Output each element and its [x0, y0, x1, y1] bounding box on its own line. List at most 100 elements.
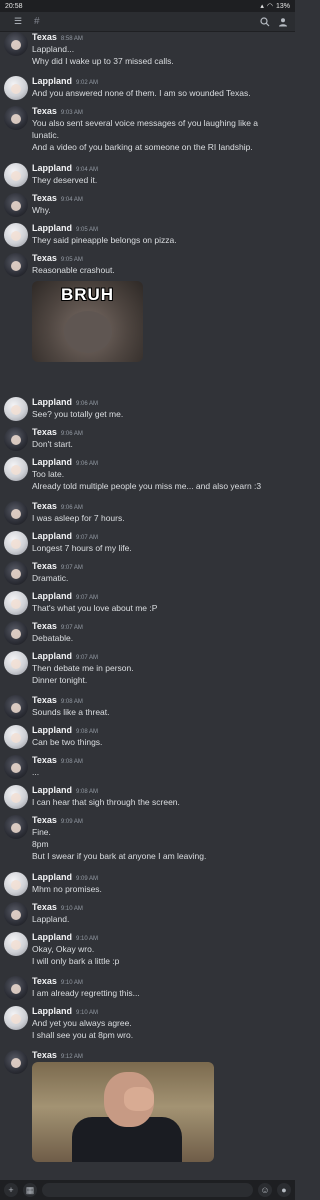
timestamp: 9:09 AM	[60, 819, 83, 825]
author-name[interactable]: Texas	[32, 32, 57, 42]
avatar-face	[11, 114, 21, 124]
message-header: Lappland 9:02 AM	[32, 76, 98, 86]
menu-icon[interactable]: ☰	[12, 16, 24, 28]
apps-icon[interactable]: ▦	[23, 1183, 37, 1197]
timestamp: 9:08 AM	[76, 729, 99, 735]
author-name[interactable]: Texas	[32, 755, 57, 765]
message-text: Don't start.	[32, 439, 73, 449]
avatar-face	[11, 171, 21, 181]
message-list[interactable]: Texas 8:58 AM Lappland... Why did I wake up…	[0, 32, 295, 1180]
message-text: Okay, Okay wro.	[32, 944, 95, 954]
avatar[interactable]	[4, 501, 28, 525]
message-text: Can be two things.	[32, 737, 103, 747]
avatar[interactable]	[4, 872, 28, 896]
avatar[interactable]	[4, 106, 28, 130]
avatar[interactable]	[4, 651, 28, 675]
add-attachment-icon[interactable]: +	[4, 1183, 18, 1197]
timestamp: 9:06 AM	[60, 505, 83, 511]
author-name[interactable]: Texas	[32, 253, 57, 263]
avatar[interactable]	[4, 427, 28, 451]
message-header: Texas 9:10 AM	[32, 902, 83, 912]
avatar[interactable]	[4, 1006, 28, 1030]
author-name[interactable]: Lappland	[32, 932, 72, 942]
timestamp: 9:07 AM	[76, 595, 99, 601]
avatar[interactable]	[4, 815, 28, 839]
members-icon[interactable]	[277, 16, 289, 28]
avatar-face	[11, 40, 21, 50]
timestamp: 9:08 AM	[60, 759, 83, 765]
author-name[interactable]: Lappland	[32, 785, 72, 795]
avatar[interactable]	[4, 163, 28, 187]
message-text: Too late.	[32, 469, 65, 479]
avatar[interactable]	[4, 531, 28, 555]
avatar[interactable]	[4, 725, 28, 749]
avatar-face	[11, 910, 21, 920]
author-name[interactable]: Lappland	[32, 223, 72, 233]
author-name[interactable]: Lappland	[32, 1006, 72, 1016]
author-name[interactable]: Texas	[32, 695, 57, 705]
avatar-face	[11, 703, 21, 713]
search-icon[interactable]	[259, 16, 271, 28]
author-name[interactable]: Lappland	[32, 725, 72, 735]
avatar[interactable]	[4, 457, 28, 481]
author-name[interactable]: Texas	[32, 1050, 57, 1060]
avatar[interactable]	[4, 223, 28, 247]
timestamp: 9:06 AM	[76, 461, 99, 467]
avatar-face	[11, 231, 21, 241]
author-name[interactable]: Texas	[32, 501, 57, 511]
message-text: Reasonable crashout.	[32, 265, 115, 275]
avatar[interactable]	[4, 621, 28, 645]
author-name[interactable]: Lappland	[32, 76, 72, 86]
message-composer: + ▦ ☺ ●	[0, 1180, 295, 1200]
avatar[interactable]	[4, 561, 28, 585]
message-input[interactable]	[42, 1183, 253, 1197]
author-name[interactable]: Texas	[32, 193, 57, 203]
author-name[interactable]: Lappland	[32, 651, 72, 661]
image-caption: BRUH	[60, 285, 115, 305]
avatar[interactable]	[4, 397, 28, 421]
avatar[interactable]	[4, 76, 28, 100]
author-name[interactable]: Texas	[32, 106, 57, 116]
author-name[interactable]: Lappland	[32, 163, 72, 173]
timestamp: 9:08 AM	[60, 699, 83, 705]
author-name[interactable]: Texas	[32, 815, 57, 825]
avatar[interactable]	[4, 755, 28, 779]
microphone-icon[interactable]: ●	[277, 1183, 291, 1197]
author-name[interactable]: Texas	[32, 427, 57, 437]
cat-face	[64, 311, 112, 354]
message-text: I shall see you at 8pm wro.	[32, 1030, 134, 1041]
avatar[interactable]	[4, 193, 28, 217]
gif-hand	[124, 1087, 154, 1111]
channel-hash-icon: #	[34, 16, 40, 27]
avatar[interactable]	[4, 1050, 28, 1074]
avatar[interactable]	[4, 591, 28, 615]
author-name[interactable]: Texas	[32, 561, 57, 571]
message-text: And yet you always agree.	[32, 1018, 132, 1028]
emoji-icon[interactable]: ☺	[258, 1183, 272, 1197]
message-text: lunatic.	[32, 130, 59, 141]
avatar-face	[11, 84, 21, 94]
author-name[interactable]: Texas	[32, 621, 57, 631]
author-name[interactable]: Texas	[32, 902, 57, 912]
avatar[interactable]	[4, 253, 28, 277]
avatar[interactable]	[4, 785, 28, 809]
author-name[interactable]: Lappland	[32, 531, 72, 541]
reaction-gif[interactable]	[32, 1062, 214, 1162]
message-text: See? you totally get me.	[32, 409, 124, 419]
message-header: Texas 9:10 AM	[32, 976, 83, 986]
message-text: 8pm	[32, 839, 49, 850]
message-text: I was asleep for 7 hours.	[32, 513, 125, 523]
author-name[interactable]: Lappland	[32, 457, 72, 467]
avatar[interactable]	[4, 32, 28, 56]
author-name[interactable]: Lappland	[32, 591, 72, 601]
avatar[interactable]	[4, 902, 28, 926]
avatar[interactable]	[4, 976, 28, 1000]
message-text: They deserved it.	[32, 175, 98, 185]
author-name[interactable]: Lappland	[32, 872, 72, 882]
avatar[interactable]	[4, 932, 28, 956]
author-name[interactable]: Texas	[32, 976, 57, 986]
message-header: Texas 9:04 AM	[32, 193, 83, 203]
author-name[interactable]: Lappland	[32, 397, 72, 407]
avatar[interactable]	[4, 695, 28, 719]
meme-image[interactable]: BRUH	[32, 281, 143, 363]
